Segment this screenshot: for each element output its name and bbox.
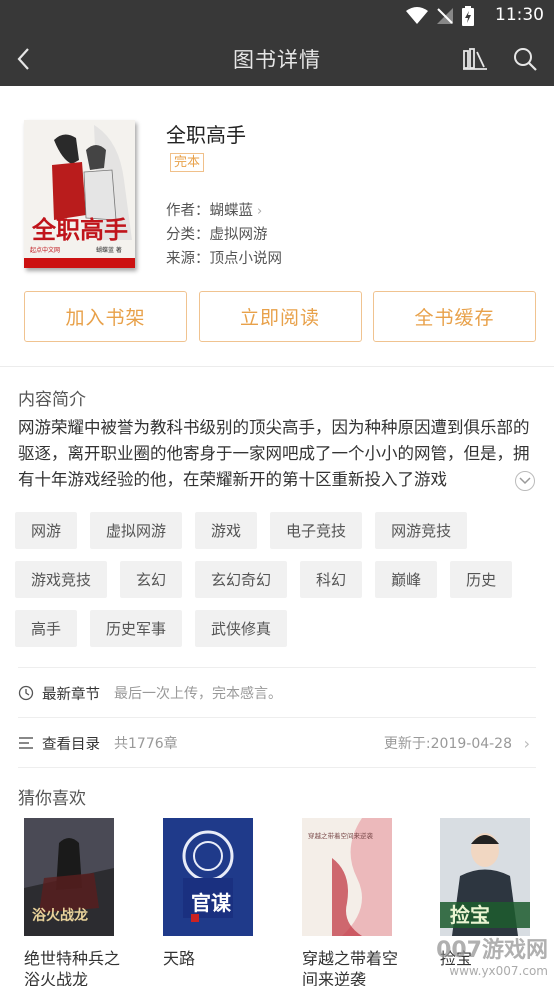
latest-chapter-row[interactable]: 最新章节 最后一次上传，完本感言。 (18, 668, 536, 718)
row-divider (18, 767, 536, 768)
list-icon (19, 737, 33, 749)
status-icons (406, 6, 474, 26)
battery-icon (462, 6, 474, 26)
author-label: 作者： (166, 203, 210, 219)
tag-item[interactable]: 历史 (450, 561, 513, 598)
recommend-title: 天路 (163, 949, 196, 968)
tag-item[interactable]: 历史军事 (90, 610, 183, 647)
recommend-cover-text: 浴火战龙 (32, 907, 88, 924)
section-divider (0, 366, 554, 367)
category-label: 分类： (166, 227, 210, 243)
clock-icon (18, 685, 34, 701)
recommend-title: 绝世特种兵之浴火战龙 (24, 949, 121, 986)
recommend-book[interactable]: 浴火战龙 绝世特种兵之浴火战龙 (24, 818, 120, 986)
site-watermark: 007游戏网 www.yx007.com (436, 932, 548, 978)
chevron-right-icon: › (523, 733, 530, 753)
recommend-cover: 官谋 (163, 818, 253, 936)
cover-title-text: 全职高手 (31, 215, 128, 244)
watermark-text: 007游戏网 (436, 938, 548, 963)
recommend-heading: 猜你喜欢 (18, 789, 86, 809)
chapter-count: 共1776章 (114, 736, 178, 752)
latest-chapter-label: 最新章节 (42, 686, 100, 703)
book-title: 全职高手 (166, 123, 246, 147)
watermark-url: www.yx007.com (449, 964, 548, 978)
recommend-title: 穿越之带着空间来逆袭 (302, 949, 399, 986)
cache-book-button[interactable]: 全书缓存 (373, 291, 536, 342)
cover-publisher-text: 起点中文网 (30, 246, 60, 254)
action-buttons: 加入书架 立即阅读 全书缓存 (24, 291, 536, 342)
tag-item[interactable]: 科幻 (300, 561, 363, 598)
latest-chapter-text: 最后一次上传，完本感言。 (114, 686, 282, 702)
wifi-icon (406, 7, 428, 24)
recommend-cover: 浴火战龙 (24, 818, 114, 936)
source-row: 来源：顶点小说网 (166, 247, 282, 268)
tag-item[interactable]: 游戏竞技 (15, 561, 108, 598)
status-badge: 完本 (170, 153, 205, 172)
catalog-row[interactable]: 查看目录 共1776章 更新于:2019-04-28 › (18, 718, 536, 768)
chevron-down-icon (519, 477, 531, 485)
recommend-cover: 穿越之带着空间来逆袭 (302, 818, 392, 936)
intro-text: 网游荣耀中被誉为教科书级别的顶尖高手，因为种种原因遭到俱乐部的驱逐，离开职业圈的… (18, 418, 530, 489)
tag-item[interactable]: 玄幻 (120, 561, 183, 598)
tag-item[interactable]: 巅峰 (375, 561, 438, 598)
tag-item[interactable]: 网游 (15, 512, 78, 549)
book-cover: 全职高手 起点中文网 蝴蝶蓝 著 (24, 120, 135, 268)
tag-item[interactable]: 电子竞技 (270, 512, 363, 549)
intro-heading: 内容简介 (18, 390, 86, 410)
category-row: 分类：虚拟网游 (166, 223, 268, 244)
tag-item[interactable]: 高手 (15, 610, 78, 647)
recommend-cover: 捡宝 (440, 818, 530, 936)
tag-item[interactable]: 虚拟网游 (90, 512, 183, 549)
tag-item[interactable]: 武侠修真 (195, 610, 288, 647)
source-label: 来源： (166, 251, 210, 267)
source-value: 顶点小说网 (209, 251, 283, 267)
app-bar: 图书详情 (0, 32, 554, 86)
tag-item[interactable]: 网游竞技 (375, 512, 468, 549)
recommend-book[interactable]: 官谋 天路 (163, 818, 253, 969)
category-value: 虚拟网游 (209, 227, 268, 243)
tag-item[interactable]: 玄幻奇幻 (195, 561, 288, 598)
updated-date: 更新于:2019-04-28 (383, 736, 512, 752)
catalog-label: 查看目录 (42, 736, 100, 753)
status-bar: 11:30 (0, 0, 554, 32)
bookshelf-icon[interactable] (460, 44, 490, 74)
tag-list: 网游 虚拟网游 游戏 电子竞技 网游竞技 游戏竞技 玄幻 玄幻奇幻 科幻 巅峰 … (15, 512, 535, 647)
recommend-cover-text: 穿越之带着空间来逆袭 (308, 831, 374, 840)
tag-item[interactable]: 游戏 (195, 512, 258, 549)
status-time: 11:30 (495, 5, 544, 25)
recommend-cover-text: 捡宝 (450, 903, 490, 927)
recommend-book[interactable]: 穿越之带着空间来逆袭 穿越之带着空间来逆袭 (302, 818, 398, 986)
recommend-cover-text: 官谋 (191, 891, 232, 915)
search-icon[interactable] (510, 44, 540, 74)
chevron-right-icon: › (257, 204, 263, 219)
author-row[interactable]: 作者：蝴蝶蓝 › (166, 199, 262, 220)
add-to-shelf-button[interactable]: 加入书架 (24, 291, 187, 342)
read-now-button[interactable]: 立即阅读 (198, 291, 362, 342)
cover-author-text: 蝴蝶蓝 著 (96, 246, 122, 254)
no-signal-icon (437, 8, 453, 24)
expand-button[interactable] (515, 471, 535, 491)
author-name[interactable]: 蝴蝶蓝 (210, 203, 254, 219)
